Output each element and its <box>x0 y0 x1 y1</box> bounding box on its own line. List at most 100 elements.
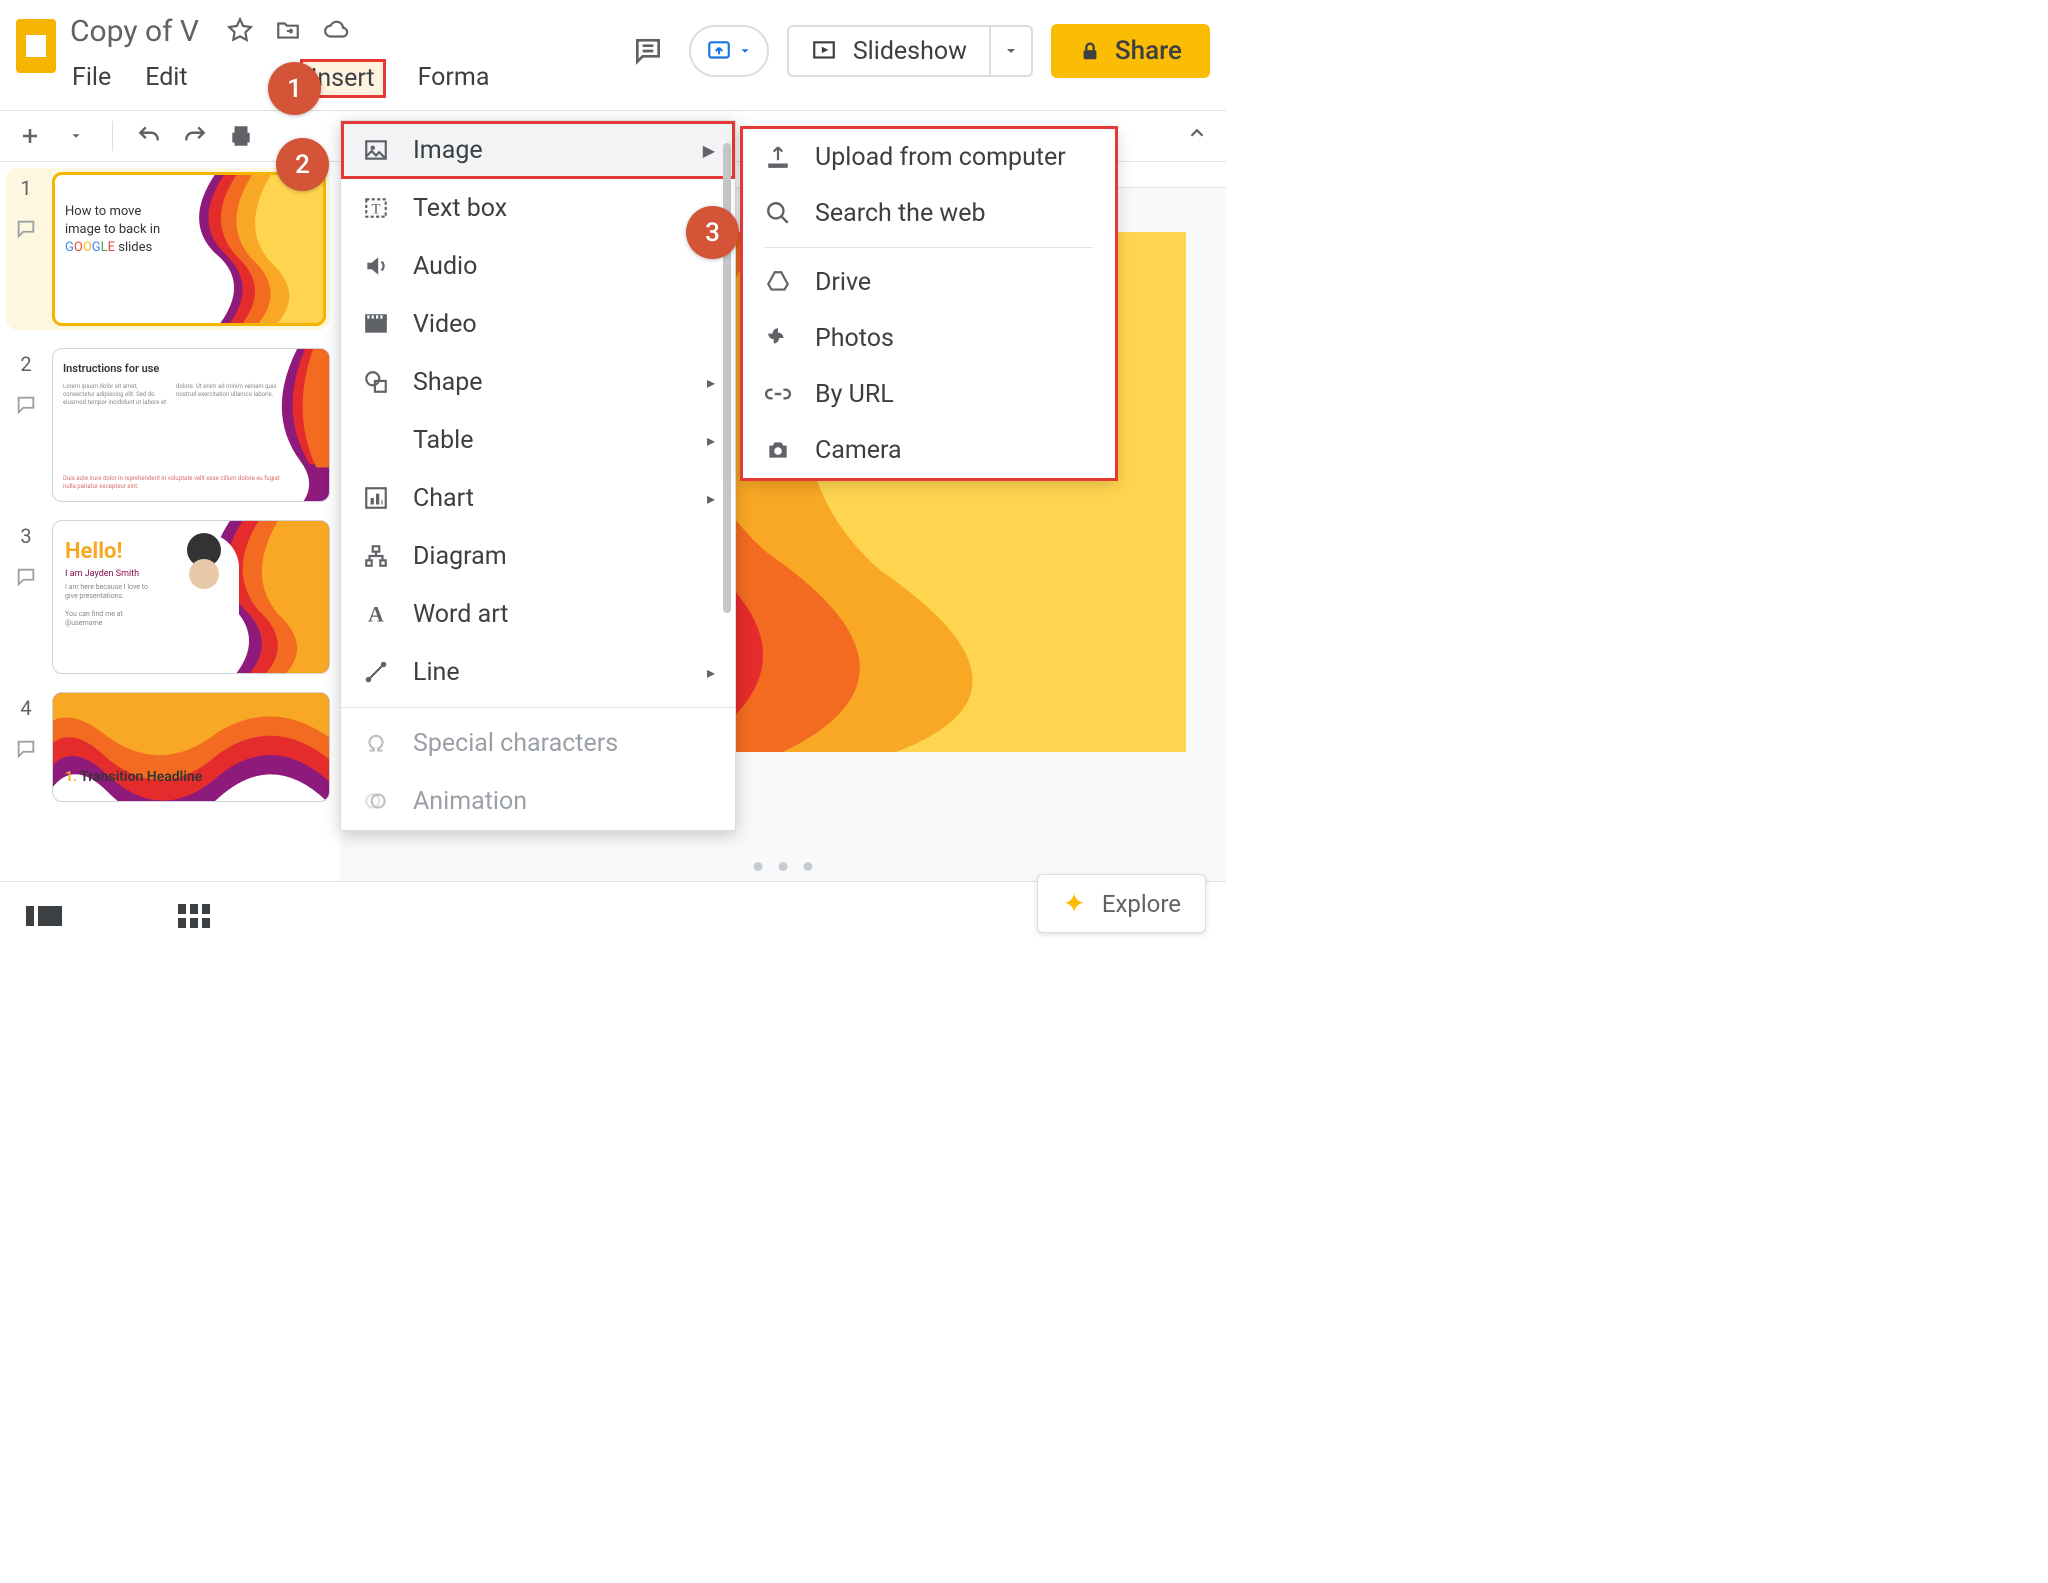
explore-spark-icon: ✦ <box>1062 887 1085 920</box>
menu-format[interactable]: Forma <box>416 59 492 98</box>
play-presentation-icon <box>811 38 837 64</box>
new-slide-caret[interactable] <box>62 122 90 150</box>
photos-item[interactable]: Photos <box>743 310 1115 366</box>
insert-table-item[interactable]: Table ▸ <box>341 411 735 469</box>
photos-icon <box>763 323 793 353</box>
drive-label: Drive <box>815 268 871 297</box>
speaker-notes-icon <box>15 394 37 416</box>
upload-from-computer-item[interactable]: Upload from computer <box>743 129 1115 185</box>
slide-1-text: How to move image to back in GOOGLE slid… <box>65 203 160 258</box>
share-label: Share <box>1115 36 1182 66</box>
wordart-icon: A <box>361 599 391 629</box>
slideshow-dropdown[interactable] <box>989 27 1031 75</box>
svg-text:T: T <box>371 200 380 217</box>
slide-thumb-1[interactable]: 1 How to move image to back in GOOGLE sl… <box>6 168 330 330</box>
insert-dropdown-menu: Image ▶ T Text box Audio Video Shape ▸ T… <box>340 120 736 831</box>
document-title[interactable]: Copy of V <box>68 6 201 53</box>
slide-thumb-3[interactable]: 3 Hello! I am Jayden Smith I am here bec… <box>10 520 330 674</box>
slideshow-button[interactable]: Slideshow <box>787 25 1033 77</box>
insert-video-item[interactable]: Video <box>341 295 735 353</box>
table-icon <box>361 425 391 455</box>
slide-3-preview[interactable]: Hello! I am Jayden Smith I am here becau… <box>52 520 330 674</box>
slide-thumb-4[interactable]: 4 1. Transition Headline <box>10 692 330 802</box>
slide-3-hello: Hello! <box>65 539 122 564</box>
drive-icon <box>763 267 793 297</box>
step-badge-1: 1 <box>268 62 321 115</box>
google-slides-logo-icon[interactable] <box>16 19 56 73</box>
star-icon[interactable] <box>227 17 253 43</box>
insert-animation-item[interactable]: Animation <box>341 772 735 830</box>
slide-thumb-2[interactable]: 2 Instructions for use Lorem ipsum dolor… <box>10 348 330 502</box>
grid-view-button[interactable] <box>178 902 210 928</box>
header-right: Slideshow Share <box>625 24 1210 78</box>
insert-textbox-label: Text box <box>413 194 507 223</box>
video-icon <box>361 309 391 339</box>
slide-4-preview[interactable]: 1. Transition Headline <box>52 692 330 802</box>
search-web-label: Search the web <box>815 199 985 228</box>
drive-item[interactable]: Drive <box>743 254 1115 310</box>
photos-label: Photos <box>815 324 894 353</box>
insert-table-label: Table <box>413 426 474 455</box>
insert-textbox-item[interactable]: T Text box <box>341 179 735 237</box>
insert-wordart-item[interactable]: A Word art <box>341 585 735 643</box>
upload-icon <box>763 142 793 172</box>
insert-diagram-item[interactable]: Diagram <box>341 527 735 585</box>
move-folder-icon[interactable] <box>275 17 301 43</box>
insert-video-label: Video <box>413 310 477 339</box>
animation-icon <box>361 786 391 816</box>
explore-label: Explore <box>1102 890 1181 918</box>
cloud-saved-icon[interactable] <box>323 17 349 43</box>
menu-file[interactable]: File <box>70 59 113 98</box>
omega-icon <box>361 728 391 758</box>
slideshow-label: Slideshow <box>853 37 967 66</box>
insert-special-chars-item[interactable]: Special characters <box>341 714 735 772</box>
slide-panel: 1 How to move image to back in GOOGLE sl… <box>0 162 340 909</box>
camera-icon <box>763 435 793 465</box>
insert-animation-label: Animation <box>413 787 527 816</box>
upload-label: Upload from computer <box>815 143 1066 172</box>
slide-1-preview[interactable]: How to move image to back in GOOGLE slid… <box>52 172 326 326</box>
insert-chart-item[interactable]: Chart ▸ <box>341 469 735 527</box>
insert-special-label: Special characters <box>413 729 618 758</box>
search-web-item[interactable]: Search the web <box>743 185 1115 241</box>
present-upload-button[interactable] <box>689 25 769 77</box>
print-button[interactable] <box>227 122 255 150</box>
camera-item[interactable]: Camera <box>743 422 1115 478</box>
menu-edit[interactable]: Edit <box>143 59 189 98</box>
camera-label: Camera <box>815 436 902 465</box>
step-badge-2: 2 <box>276 138 329 191</box>
submenu-arrow-icon: ▸ <box>707 373 715 392</box>
search-icon <box>763 198 793 228</box>
slideshow-main[interactable]: Slideshow <box>789 37 989 66</box>
filmstrip-view-button[interactable] <box>26 902 58 928</box>
title-icons <box>227 17 349 43</box>
diagram-icon <box>361 541 391 571</box>
slide-number: 4 <box>20 696 31 720</box>
textbox-icon: T <box>361 193 391 223</box>
insert-line-item[interactable]: Line ▸ <box>341 643 735 701</box>
speaker-notes-icon <box>15 566 37 588</box>
insert-audio-label: Audio <box>413 252 477 281</box>
insert-audio-item[interactable]: Audio <box>341 237 735 295</box>
redo-button[interactable] <box>181 122 209 150</box>
insert-image-item[interactable]: Image ▶ <box>341 121 735 179</box>
slide-4-headline: 1. Transition Headline <box>65 769 202 785</box>
submenu-arrow-icon: ▸ <box>707 431 715 450</box>
collapse-toolbar-icon[interactable] <box>1186 122 1208 150</box>
speaker-notes-handle[interactable] <box>754 862 813 871</box>
slide-number: 1 <box>20 176 31 200</box>
by-url-item[interactable]: By URL <box>743 366 1115 422</box>
new-slide-button[interactable] <box>16 122 44 150</box>
comment-history-icon[interactable] <box>625 28 671 74</box>
undo-button[interactable] <box>135 122 163 150</box>
slide-3-subtitle: I am Jayden Smith <box>65 569 139 579</box>
shape-icon <box>361 367 391 397</box>
insert-image-label: Image <box>413 136 483 165</box>
slide-2-title: Instructions for use <box>63 361 159 376</box>
submenu-arrow-icon: ▸ <box>707 663 715 682</box>
image-icon <box>361 135 391 165</box>
share-button[interactable]: Share <box>1051 24 1210 78</box>
explore-button[interactable]: ✦ Explore <box>1037 874 1206 933</box>
slide-2-preview[interactable]: Instructions for use Lorem ipsum dolor s… <box>52 348 330 502</box>
insert-shape-item[interactable]: Shape ▸ <box>341 353 735 411</box>
